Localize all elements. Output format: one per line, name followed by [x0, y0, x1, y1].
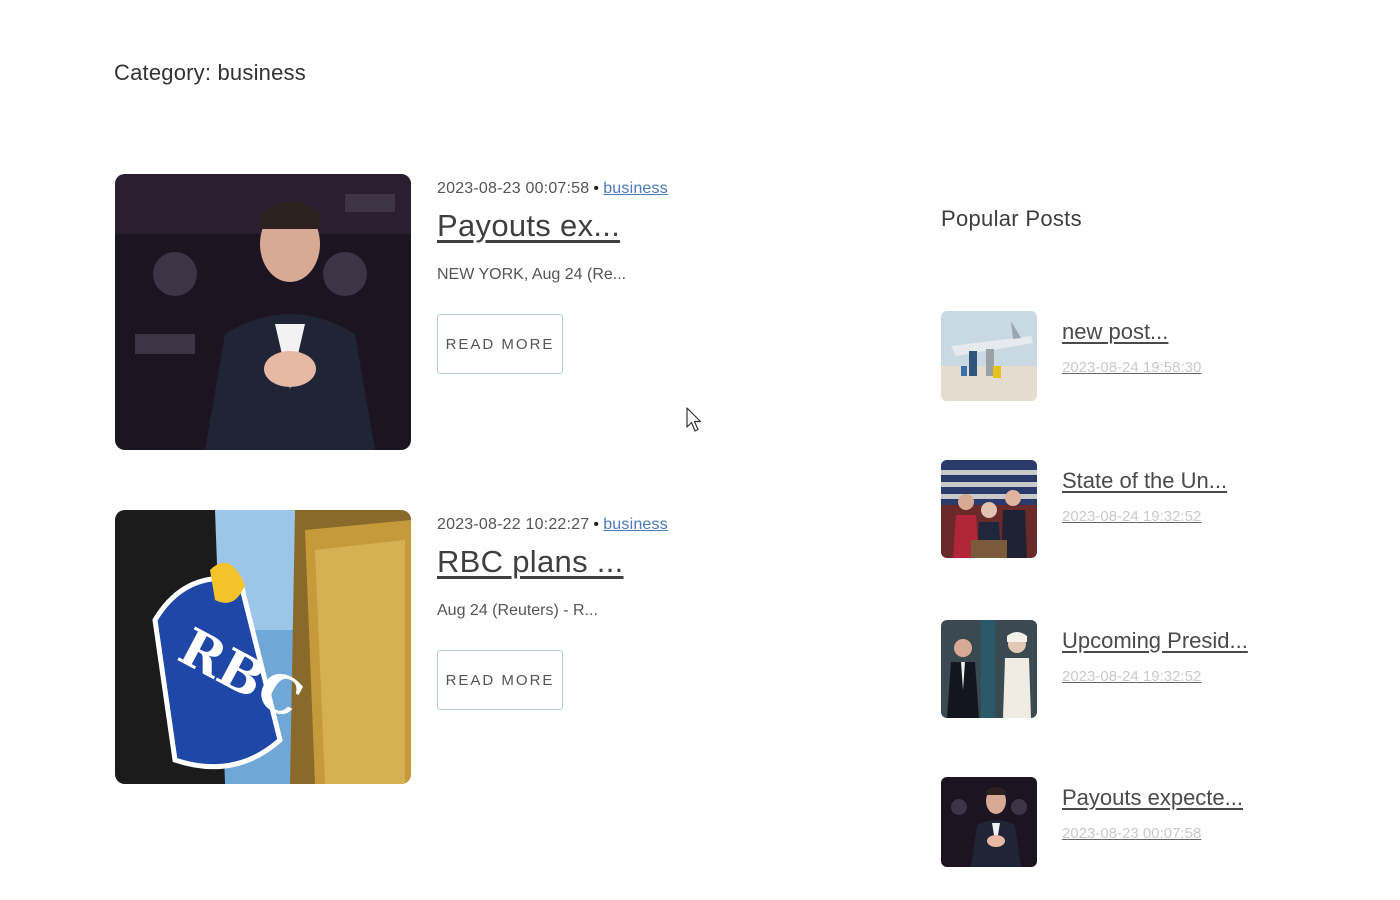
popular-post-title[interactable]: Payouts expecte... — [1062, 785, 1243, 811]
post-date: 2023-08-22 10:22:27 — [437, 516, 590, 533]
category-heading: Category: business — [114, 60, 306, 85]
post-meta: 2023-08-22 10:22:27 • business — [437, 516, 717, 534]
popular-post-item[interactable]: new post... 2023-08-24 19:58:30 — [941, 311, 1301, 403]
popular-post-title[interactable]: State of the Un... — [1062, 468, 1227, 494]
popular-post-title[interactable]: Upcoming Presid... — [1062, 628, 1248, 654]
popular-post-date[interactable]: 2023-08-24 19:32:52 — [1062, 668, 1248, 685]
post-card: 2023-08-23 00:07:58 • business Payouts ex.… — [115, 174, 715, 454]
read-more-button[interactable]: READ MORE — [437, 650, 563, 710]
sidebar-title: Popular Posts — [941, 206, 1082, 231]
post-date: 2023-08-23 00:07:58 — [437, 180, 590, 197]
post-body: 2023-08-23 00:07:58 • business Payouts ex.… — [437, 180, 717, 374]
post-card: RBC 2023-08-22 10:22:27 • business RBC pla… — [115, 510, 715, 790]
read-more-button[interactable]: READ MORE — [437, 314, 563, 374]
presidential-couple-photo — [941, 620, 1037, 718]
post-excerpt: Aug 24 (Reuters) - R... — [437, 602, 598, 619]
popular-post-text: Upcoming Presid... 2023-08-24 19:32:52 — [1062, 628, 1248, 685]
airplane-photo — [941, 311, 1037, 401]
popular-post-text: Payouts expecte... 2023-08-23 00:07:58 — [1062, 785, 1243, 842]
popular-post-item[interactable]: Upcoming Presid... 2023-08-24 19:32:52 — [941, 620, 1301, 718]
popular-post-date[interactable]: 2023-08-23 00:07:58 — [1062, 825, 1243, 842]
state-of-union-photo — [941, 460, 1037, 558]
mouse-pointer-icon — [686, 407, 702, 432]
post-excerpt: NEW YORK, Aug 24 (Re... — [437, 266, 627, 283]
popular-post-thumbnail[interactable] — [941, 460, 1037, 558]
popular-post-item[interactable]: State of the Un... 2023-08-24 19:32:52 — [941, 460, 1301, 558]
popular-post-thumbnail[interactable] — [941, 620, 1037, 718]
popular-post-thumbnail[interactable] — [941, 311, 1037, 401]
popular-post-item[interactable]: Payouts expecte... 2023-08-23 00:07:58 — [941, 777, 1301, 869]
popular-post-date[interactable]: 2023-08-24 19:32:52 — [1062, 508, 1227, 525]
post-thumbnail[interactable]: RBC — [115, 510, 411, 784]
post-body: 2023-08-22 10:22:27 • business RBC plans .… — [437, 516, 717, 710]
popular-post-date[interactable]: 2023-08-24 19:58:30 — [1062, 359, 1201, 376]
post-meta: 2023-08-23 00:07:58 • business — [437, 180, 717, 198]
meta-separator: • — [593, 180, 600, 197]
popular-post-text: State of the Un... 2023-08-24 19:32:52 — [1062, 468, 1227, 525]
popular-post-text: new post... 2023-08-24 19:58:30 — [1062, 319, 1201, 376]
rbc-building-photo: RBC — [115, 510, 411, 784]
meta-separator: • — [593, 516, 600, 533]
category-link[interactable]: business — [603, 516, 668, 533]
post-title-link[interactable]: Payouts ex... — [437, 208, 620, 244]
portrait-photo — [115, 174, 411, 450]
post-title-link[interactable]: RBC plans ... — [437, 544, 624, 580]
category-link[interactable]: business — [603, 180, 668, 197]
post-thumbnail[interactable] — [115, 174, 411, 450]
popular-post-thumbnail[interactable] — [941, 777, 1037, 867]
portrait-photo — [941, 777, 1037, 867]
popular-post-title[interactable]: new post... — [1062, 319, 1168, 345]
